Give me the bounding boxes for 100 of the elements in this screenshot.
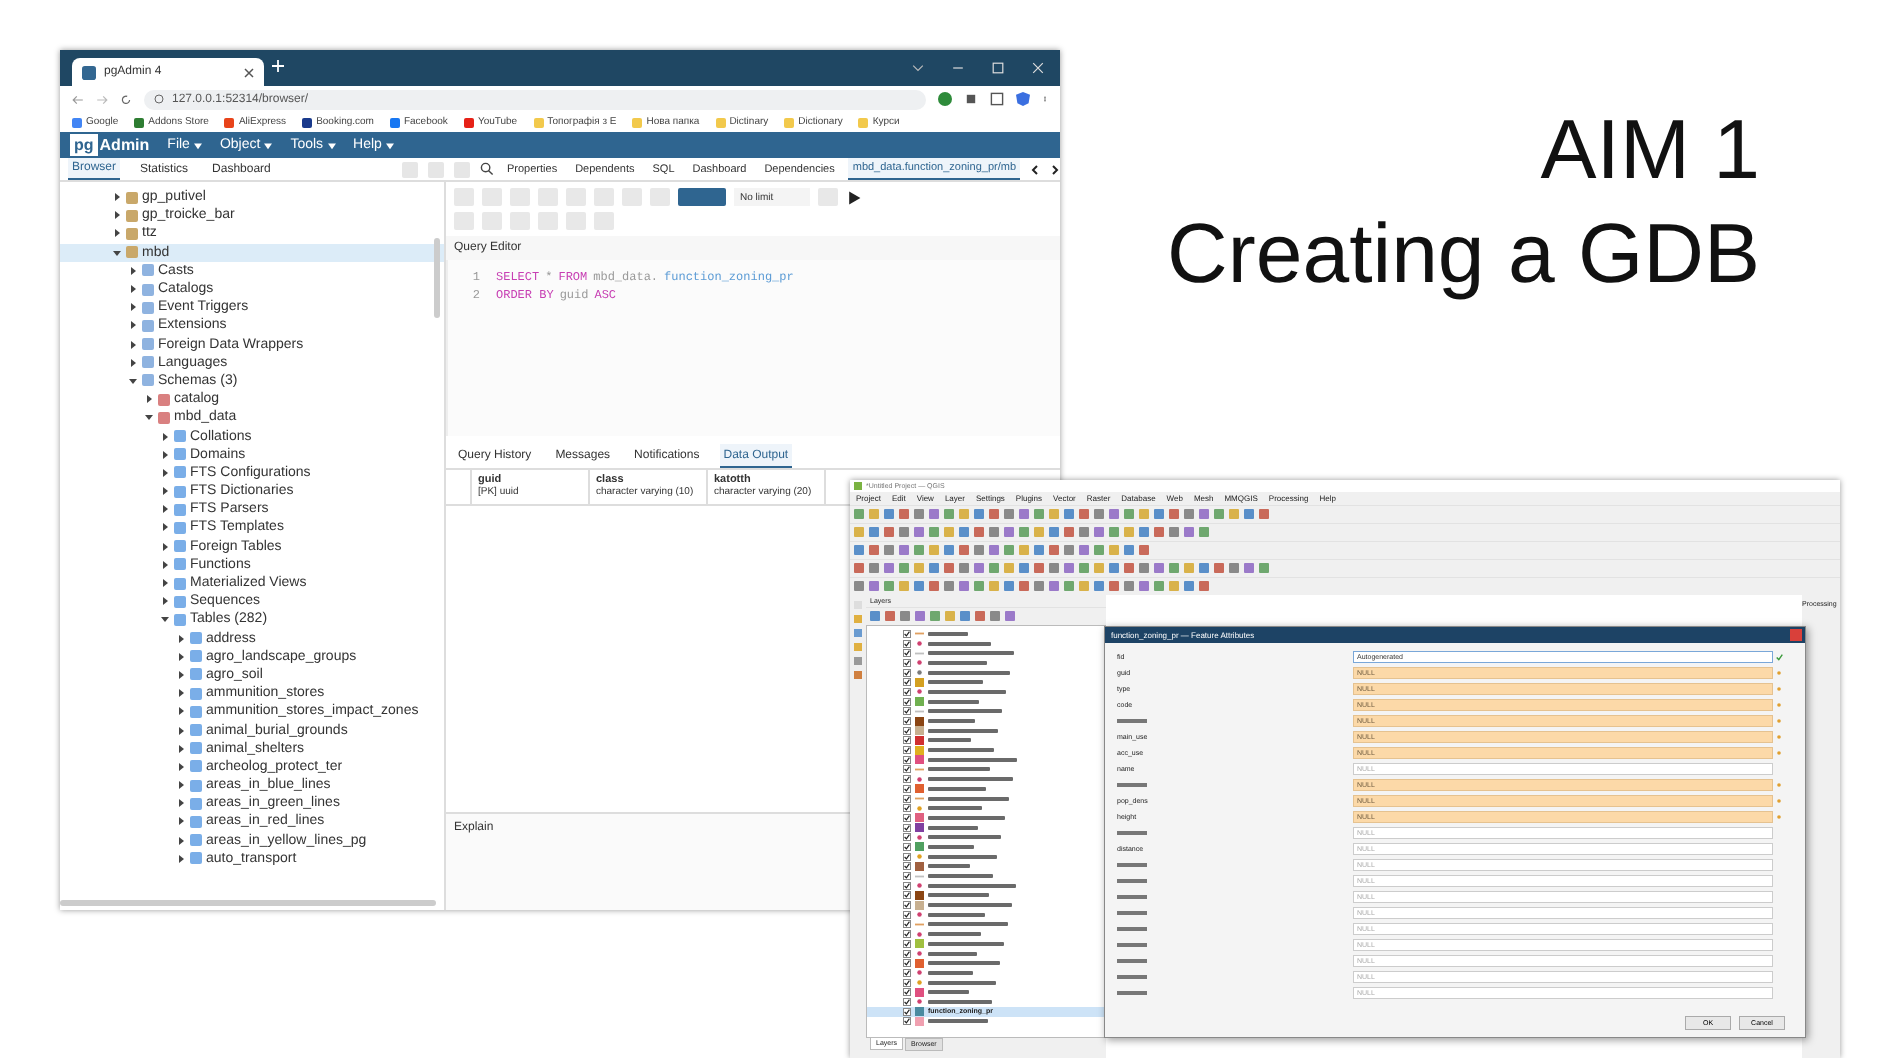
checkbox[interactable] [903, 707, 911, 716]
caret-icon[interactable] [128, 265, 138, 276]
caret-icon[interactable] [160, 559, 170, 570]
blurred-text-line [1117, 927, 1147, 931]
chevron-right-icon [1050, 163, 1060, 175]
caret-icon[interactable] [128, 339, 138, 350]
caret-icon[interactable] [128, 284, 138, 295]
checkbox[interactable] [903, 968, 911, 977]
slide-title: Creating a GDB [1167, 208, 1760, 301]
checkbox[interactable] [903, 1007, 911, 1016]
checkbox[interactable] [903, 775, 911, 784]
checkbox[interactable] [903, 687, 911, 696]
checkbox[interactable] [903, 765, 911, 774]
caret-icon[interactable] [128, 302, 138, 313]
checkbox[interactable] [903, 678, 911, 687]
caret-icon[interactable] [176, 853, 186, 864]
checkbox[interactable] [903, 852, 911, 861]
caret-icon[interactable] [144, 412, 154, 423]
caret-icon[interactable] [176, 835, 186, 846]
checkbox[interactable] [903, 901, 911, 910]
checkbox[interactable] [903, 658, 911, 667]
checkbox[interactable] [903, 649, 911, 658]
caret-icon[interactable] [160, 486, 170, 497]
checkbox[interactable] [903, 668, 911, 677]
checkbox[interactable] [903, 794, 911, 803]
node-icon [142, 264, 154, 277]
checkbox[interactable] [903, 1017, 911, 1026]
checkbox[interactable] [903, 697, 911, 706]
checkbox[interactable] [903, 978, 911, 987]
checkbox[interactable] [903, 959, 911, 968]
checkbox[interactable] [903, 949, 911, 958]
checkbox[interactable] [903, 726, 911, 735]
caret-icon[interactable] [144, 394, 154, 405]
caret-icon[interactable] [112, 210, 122, 221]
caret-icon[interactable] [160, 541, 170, 552]
checkbox[interactable] [903, 891, 911, 900]
checkbox[interactable] [903, 862, 911, 871]
checkbox[interactable] [903, 784, 911, 793]
checkbox[interactable] [903, 736, 911, 745]
caret-icon[interactable] [112, 247, 122, 258]
caret-icon[interactable] [176, 798, 186, 809]
checkbox[interactable] [903, 939, 911, 948]
checkbox[interactable] [903, 746, 911, 755]
blurred-text-line [928, 970, 973, 975]
caret-icon[interactable] [160, 467, 170, 478]
node-icon [190, 815, 202, 828]
caret-icon[interactable] [160, 522, 170, 533]
checkbox[interactable] [903, 823, 911, 832]
caret-icon[interactable] [128, 375, 138, 386]
blurred-text-line [1117, 959, 1147, 963]
caret-icon[interactable] [176, 780, 186, 791]
checkbox[interactable] [903, 804, 911, 813]
caret-icon[interactable] [176, 688, 186, 699]
caret-icon[interactable] [128, 357, 138, 368]
toolbar-icons-drawing[interactable] [850, 560, 1270, 576]
toolbar-icons-drawing[interactable] [850, 524, 1210, 540]
elephant-icon [82, 65, 96, 79]
checkbox[interactable] [903, 755, 911, 764]
caret-icon[interactable] [160, 596, 170, 607]
puzzle-icon [964, 92, 978, 106]
checkbox[interactable] [903, 997, 911, 1006]
caret-icon[interactable] [176, 743, 186, 754]
scrollbar[interactable] [434, 238, 440, 318]
caret-icon[interactable] [176, 633, 186, 644]
scrollbar[interactable] [60, 900, 436, 906]
caret-icon[interactable] [160, 431, 170, 442]
checkbox[interactable] [903, 842, 911, 851]
checkbox[interactable] [903, 629, 911, 638]
checkbox[interactable] [903, 881, 911, 890]
blurred-text-line [1117, 719, 1147, 723]
caret-icon[interactable] [176, 761, 186, 772]
blurred-text-line [928, 796, 1009, 801]
caret-icon[interactable] [160, 614, 170, 625]
caret-icon[interactable] [160, 578, 170, 589]
caret-icon[interactable] [176, 816, 186, 827]
blurred-text-line [928, 806, 982, 811]
toolbar-icons-drawing[interactable] [850, 542, 1150, 558]
checkbox[interactable] [903, 813, 911, 822]
checkbox[interactable] [903, 833, 911, 842]
caret-icon[interactable] [160, 504, 170, 515]
node-icon [174, 540, 186, 553]
caret-icon[interactable] [176, 651, 186, 662]
caret-icon[interactable] [176, 725, 186, 736]
warning-icon [1776, 782, 1782, 788]
checkbox[interactable] [903, 872, 911, 881]
caret-icon[interactable] [160, 449, 170, 460]
checkbox[interactable] [903, 717, 911, 726]
caret-icon[interactable] [128, 320, 138, 331]
toolbar-icons-drawing[interactable] [850, 506, 1270, 522]
node-icon [190, 668, 202, 681]
caret-icon[interactable] [112, 228, 122, 239]
checkbox[interactable] [903, 988, 911, 997]
checkbox[interactable] [903, 639, 911, 648]
caret-icon[interactable] [112, 192, 122, 203]
toolbar-icons-drawing[interactable] [850, 578, 1210, 594]
checkbox[interactable] [903, 920, 911, 929]
caret-icon[interactable] [176, 706, 186, 717]
checkbox[interactable] [903, 910, 911, 919]
checkbox[interactable] [903, 930, 911, 939]
caret-icon[interactable] [176, 669, 186, 680]
